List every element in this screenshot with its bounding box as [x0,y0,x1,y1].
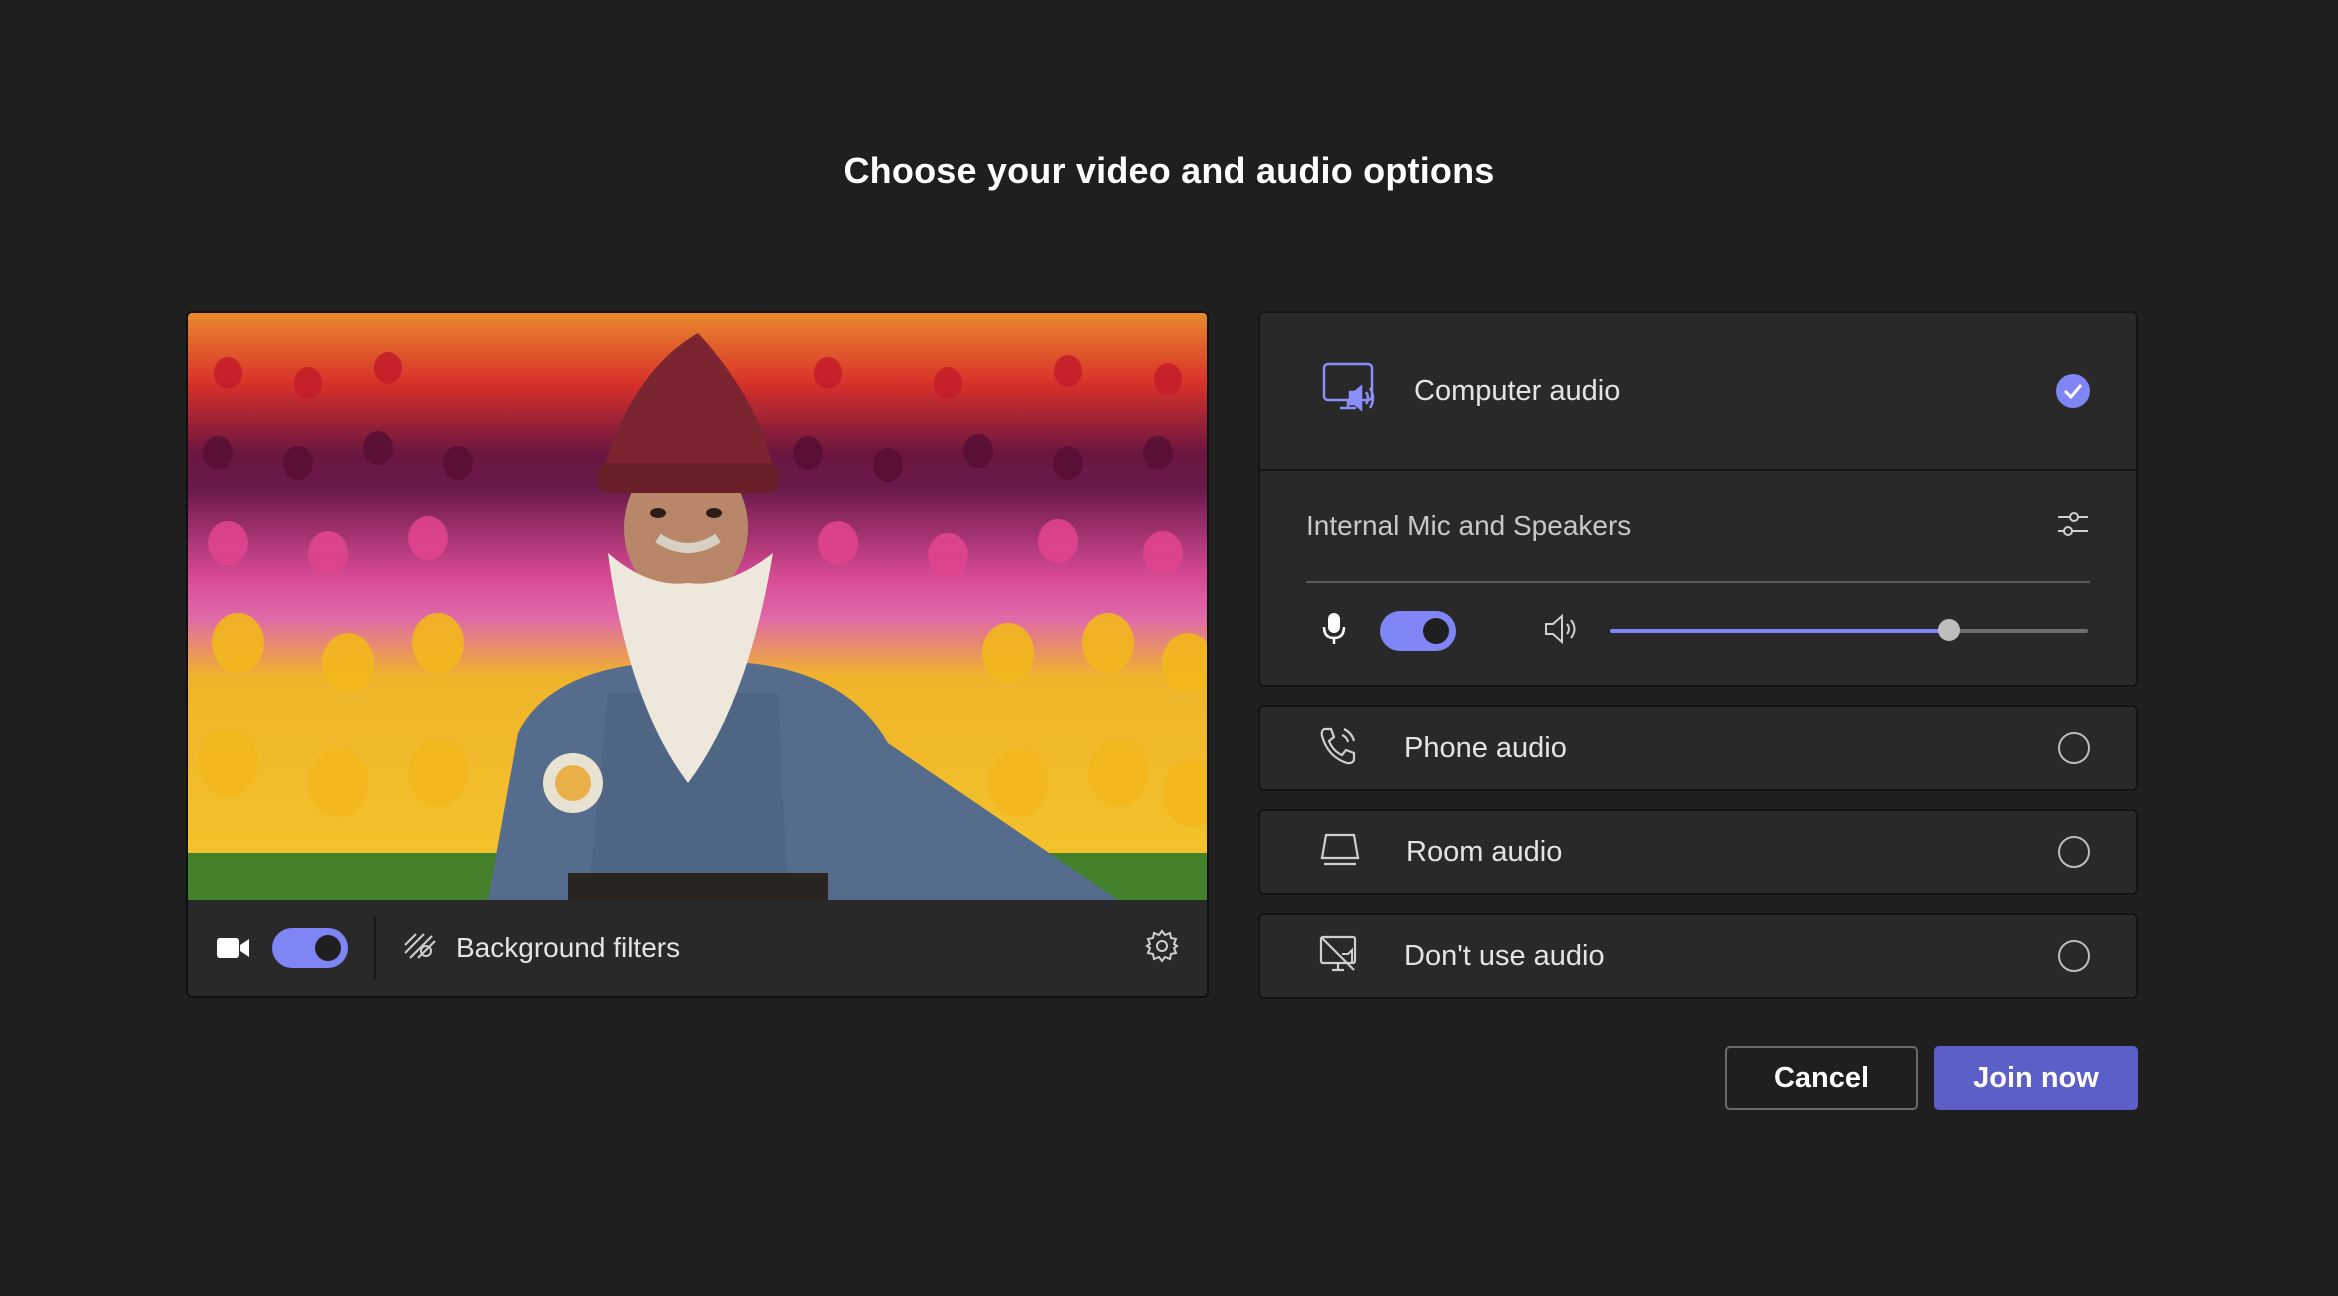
video-panel: Background filters [186,311,1209,998]
camera-toggle[interactable] [272,928,348,968]
speaker-icon [1544,612,1580,651]
room-audio-option[interactable]: Room audio [1258,809,2138,895]
no-audio-icon [1318,934,1360,979]
speaker-volume-thumb[interactable] [1938,619,1961,641]
computer-audio-card: Computer audio Internal Mic and Speakers [1258,311,2138,687]
video-camera-icon [216,935,250,961]
audio-device-row[interactable]: Internal Mic and Speakers [1306,471,2090,583]
sliders-icon[interactable] [2056,509,2090,544]
no-audio-radio[interactable] [2058,940,2090,972]
check-icon [2056,374,2090,408]
room-audio-radio[interactable] [2058,836,2090,868]
computer-audio-option[interactable]: Computer audio [1260,313,2136,471]
no-audio-label: Don't use audio [1404,939,1605,972]
phone-audio-radio[interactable] [2058,732,2090,764]
room-audio-label: Room audio [1406,835,1563,868]
computer-audio-icon [1322,362,1378,421]
speaker-volume-slider[interactable] [1609,619,2088,641]
microphone-toggle[interactable] [1380,611,1456,651]
computer-audio-label: Computer audio [1414,374,1621,407]
join-now-button[interactable]: Join now [1934,1046,2138,1110]
phone-audio-option[interactable]: Phone audio [1258,705,2138,791]
page-title: Choose your video and audio options [843,150,1495,191]
gear-icon[interactable] [1145,928,1179,968]
controls-divider [374,916,376,980]
room-audio-icon [1318,832,1362,873]
camera-preview-image [188,333,1207,900]
audio-levels-row [1260,583,2136,679]
prejoin-screen: Choose your video and audio options Back… [0,0,2338,1296]
cancel-button[interactable]: Cancel [1725,1046,1918,1110]
background-filters-button[interactable]: Background filters [456,932,680,964]
audio-options: Computer audio Internal Mic and Speakers [1258,311,2138,999]
audio-device-name: Internal Mic and Speakers [1306,510,1632,541]
video-controls-bar: Background filters [188,900,1207,996]
phone-audio-icon [1318,725,1360,772]
background-filters-icon[interactable] [402,931,438,966]
phone-audio-label: Phone audio [1404,731,1567,764]
camera-preview [188,313,1207,900]
microphone-icon [1322,612,1346,651]
no-audio-option[interactable]: Don't use audio [1258,913,2138,999]
